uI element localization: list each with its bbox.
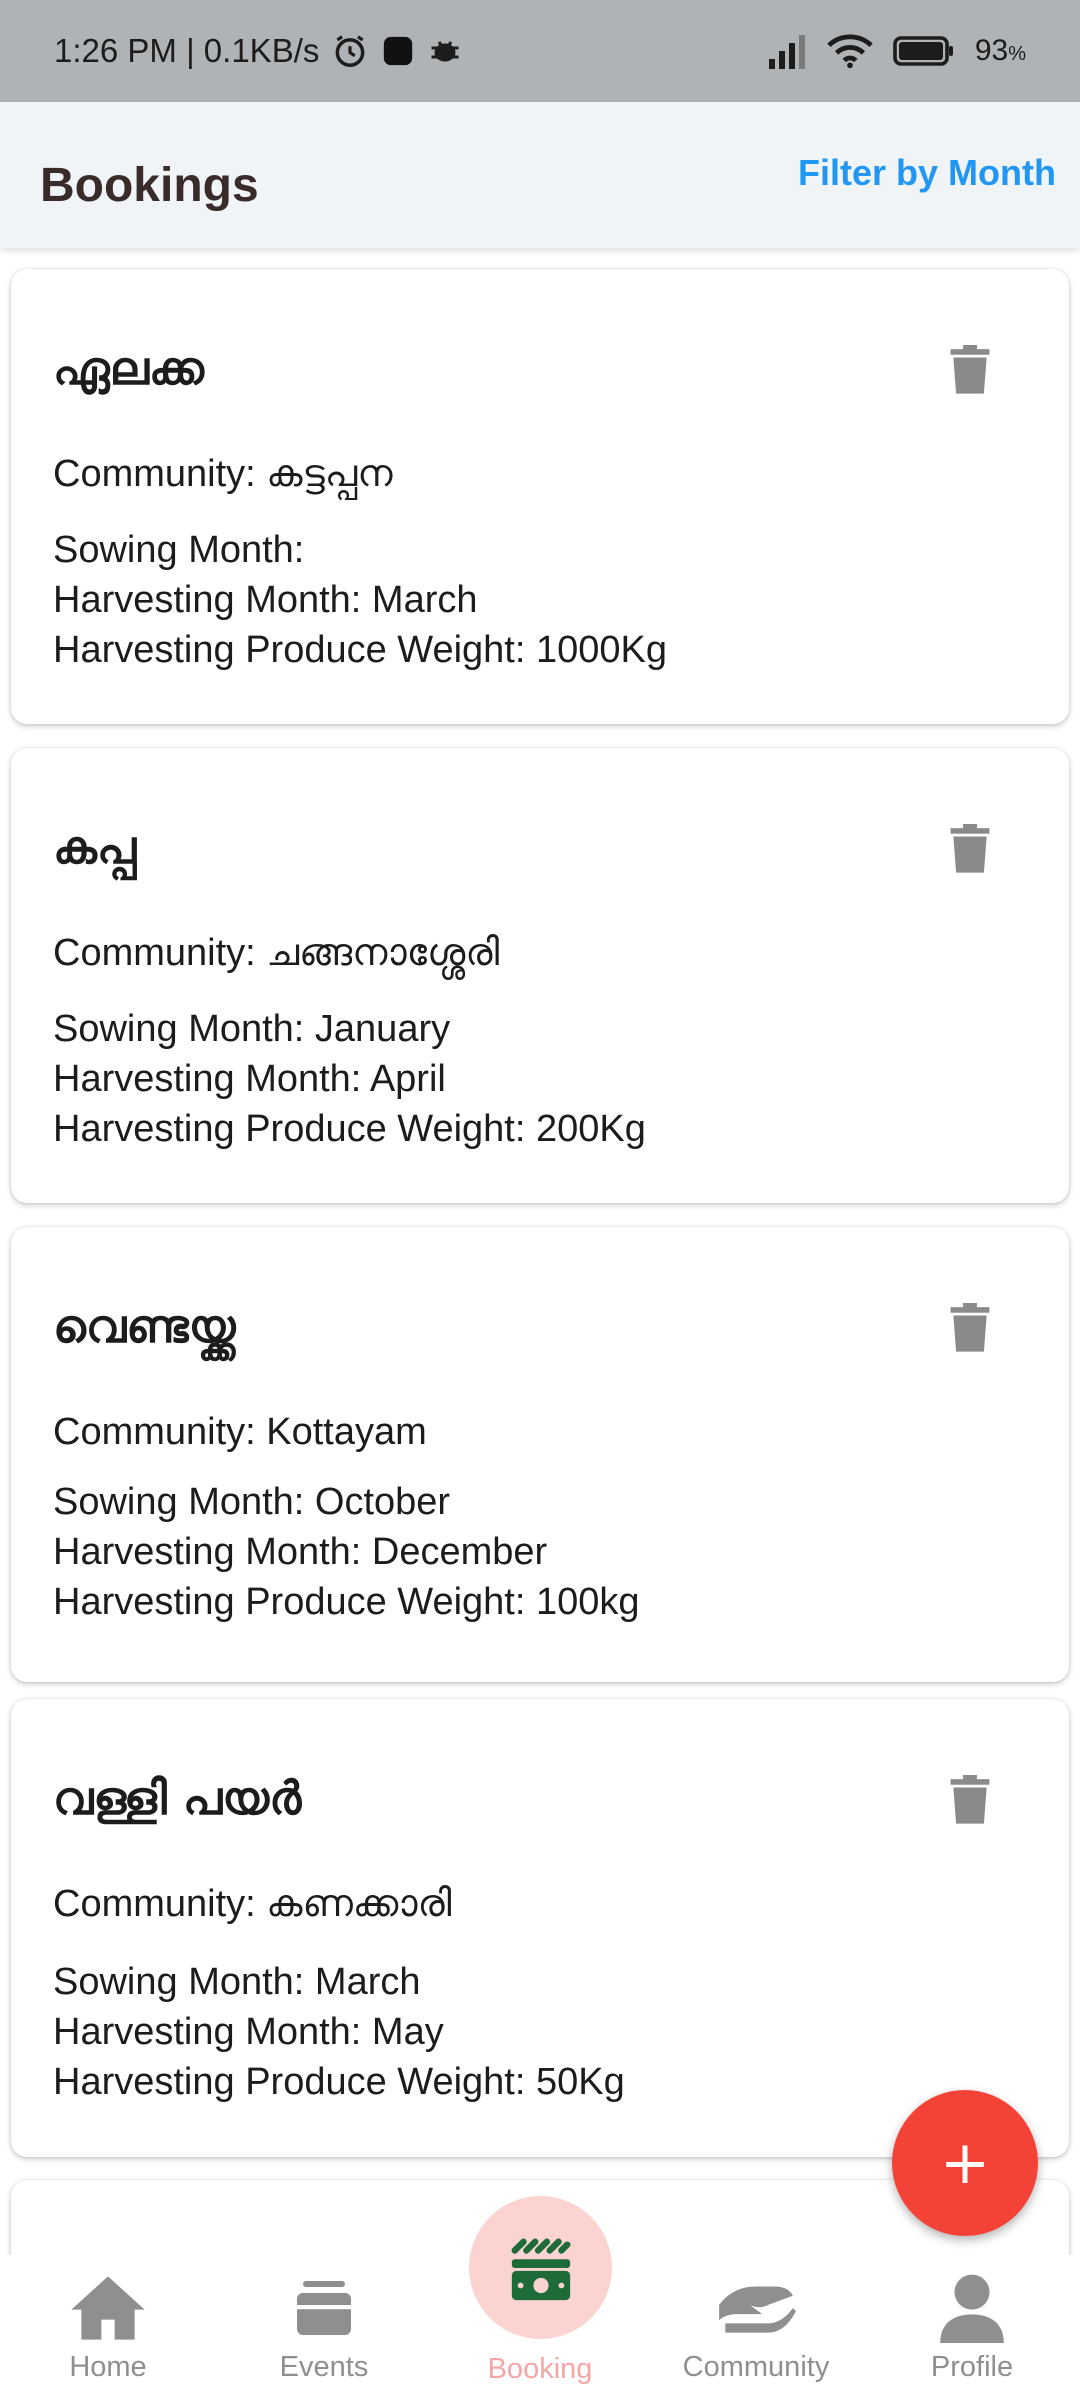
booking-harvesting-month: Harvesting Month: December bbox=[53, 1531, 548, 1573]
booking-community: Community: കട്ടപ്പന bbox=[53, 453, 393, 495]
handshake-icon bbox=[713, 2273, 799, 2343]
booking-sowing-month: Sowing Month: bbox=[53, 529, 305, 571]
nav-label: Events bbox=[279, 2351, 369, 2383]
status-left: 1:26 PM | 0.1KB/s bbox=[54, 32, 463, 70]
delete-icon[interactable] bbox=[949, 824, 991, 874]
battery-value: 93 bbox=[974, 34, 1009, 67]
plus-icon: + bbox=[939, 2128, 991, 2198]
delete-icon[interactable] bbox=[949, 345, 991, 395]
status-bar: 1:26 PM | 0.1KB/s 93% bbox=[0, 0, 1080, 102]
bookings-list[interactable]: ഏലക്ക Community: കട്ടപ്പന Sowing Month: … bbox=[0, 248, 1080, 2255]
booking-card[interactable]: കപ്പ Community: ചങ്ങനാശ്ശേരി Sowing Mont… bbox=[11, 748, 1069, 1203]
delete-icon[interactable] bbox=[949, 1775, 991, 1825]
booking-produce-weight: Harvesting Produce Weight: 1000Kg bbox=[53, 629, 667, 671]
booking-title: കപ്പ bbox=[53, 820, 137, 874]
add-booking-button[interactable]: + bbox=[892, 2090, 1038, 2236]
battery-icon bbox=[893, 36, 955, 66]
booking-sowing-month: Sowing Month: January bbox=[53, 1008, 451, 1050]
events-icon bbox=[294, 2273, 354, 2343]
booking-community: Community: കണക്കാരി bbox=[53, 1883, 452, 1925]
nav-item-profile[interactable]: Profile bbox=[864, 2255, 1080, 2400]
money-icon bbox=[511, 2238, 570, 2300]
booking-title: വള്ളി പയർ bbox=[53, 1771, 302, 1825]
delete-icon[interactable] bbox=[949, 1303, 991, 1353]
booking-sowing-month: Sowing Month: October bbox=[53, 1481, 451, 1523]
status-right: 93% bbox=[767, 33, 1026, 69]
booking-produce-weight: Harvesting Produce Weight: 50Kg bbox=[53, 2061, 625, 2103]
battery-percent: 93% bbox=[975, 34, 1026, 68]
nav-item-events[interactable]: Events bbox=[216, 2255, 432, 2400]
booking-card[interactable]: വെണ്ടയ്ക്ക Community: Kottayam Sowing Mo… bbox=[11, 1227, 1069, 1682]
app-bar: Bookings Filter by Month bbox=[0, 102, 1080, 248]
active-tab-indicator[interactable] bbox=[469, 2196, 612, 2339]
page-title: Bookings bbox=[40, 159, 259, 212]
person-icon bbox=[940, 2273, 1004, 2343]
nav-item-community[interactable]: Community bbox=[648, 2255, 864, 2400]
booking-harvesting-month: Harvesting Month: April bbox=[53, 1058, 446, 1100]
booking-harvesting-month: Harvesting Month: May bbox=[53, 2011, 444, 2053]
nav-item-home[interactable]: Home bbox=[0, 2255, 216, 2400]
booking-produce-weight: Harvesting Produce Weight: 100kg bbox=[53, 1581, 640, 1623]
nav-label: Home bbox=[69, 2351, 147, 2383]
bug-icon bbox=[427, 36, 463, 66]
battery-unit: % bbox=[1008, 43, 1026, 65]
home-icon bbox=[68, 2273, 148, 2343]
booking-community: Community: ചങ്ങനാശ്ശേരി bbox=[53, 932, 500, 974]
status-time: 1:26 PM | 0.1KB/s bbox=[54, 32, 320, 69]
nav-label: Booking bbox=[487, 2353, 593, 2385]
booking-sowing-month: Sowing Month: March bbox=[53, 1961, 421, 2003]
wifi-icon bbox=[827, 33, 873, 69]
signal-icon bbox=[767, 33, 807, 69]
booking-community: Community: Kottayam bbox=[53, 1411, 427, 1453]
booking-title: വെണ്ടയ്ക്ക bbox=[53, 1299, 236, 1353]
booking-card[interactable]: വള്ളി പയർ Community: കണക്കാരി Sowing Mon… bbox=[11, 1699, 1069, 2157]
filter-by-month-button[interactable]: Filter by Month bbox=[798, 152, 1056, 194]
app-square-icon bbox=[381, 34, 415, 68]
nav-label: Community bbox=[682, 2351, 830, 2383]
alarm-icon bbox=[331, 32, 369, 70]
booking-card[interactable]: ഏലക്ക Community: കട്ടപ്പന Sowing Month: … bbox=[11, 269, 1069, 724]
booking-harvesting-month: Harvesting Month: March bbox=[53, 579, 478, 621]
nav-label: Profile bbox=[930, 2351, 1014, 2383]
booking-produce-weight: Harvesting Produce Weight: 200Kg bbox=[53, 1108, 646, 1150]
booking-title: ഏലക്ക bbox=[53, 341, 204, 395]
